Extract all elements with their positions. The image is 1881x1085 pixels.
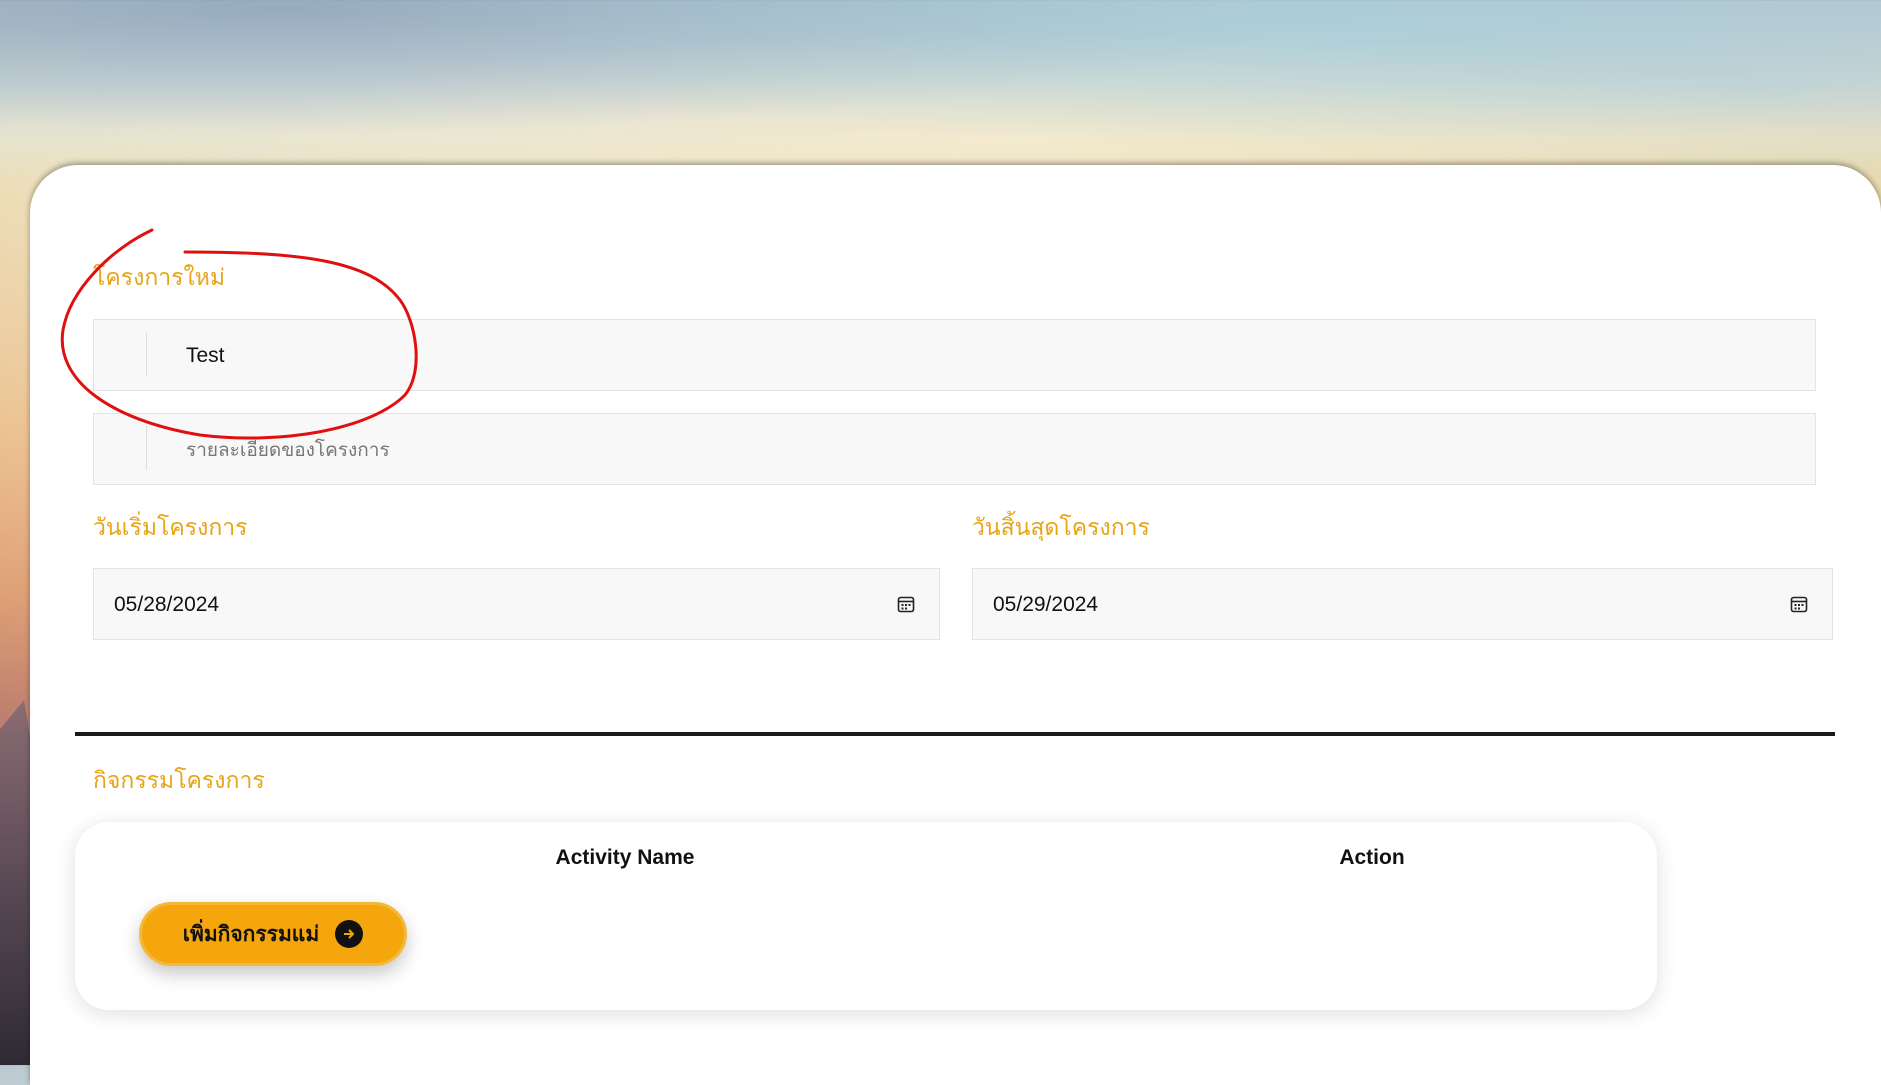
add-parent-activity-button[interactable]: เพิ่มกิจกรรมแม่: [139, 902, 407, 966]
activities-section-label: กิจกรรมโครงการ: [93, 768, 265, 794]
start-date-value: 05/28/2024: [114, 593, 220, 616]
start-date-input[interactable]: 05/28/2024: [93, 568, 940, 640]
field-divider: [146, 426, 147, 470]
activities-table: Activity Name Action เพิ่มกิจกรรมแม่: [75, 822, 1657, 1010]
start-date-label: วันเริ่มโครงการ: [93, 515, 248, 541]
field-divider: [146, 332, 147, 376]
project-detail-field[interactable]: รายละเอียดของโครงการ: [93, 413, 1816, 485]
project-name-field[interactable]: Test: [93, 319, 1816, 391]
calendar-icon[interactable]: [897, 595, 915, 613]
section-divider: [75, 732, 1835, 736]
project-name-value: Test: [186, 344, 225, 367]
add-parent-activity-label: เพิ่มกิจกรรมแม่: [182, 921, 320, 946]
arrow-right-circle-icon: [335, 920, 364, 948]
end-date-label: วันสิ้นสุดโครงการ: [972, 515, 1150, 541]
project-detail-placeholder: รายละเอียดของโครงการ: [186, 439, 390, 461]
column-header-action: Action: [1339, 846, 1405, 869]
project-title-label: โครงการใหม่: [93, 265, 226, 291]
end-date-value: 05/29/2024: [993, 593, 1099, 616]
column-header-activity-name: Activity Name: [555, 846, 695, 869]
calendar-icon[interactable]: [1790, 595, 1808, 613]
end-date-input[interactable]: 05/29/2024: [972, 568, 1833, 640]
